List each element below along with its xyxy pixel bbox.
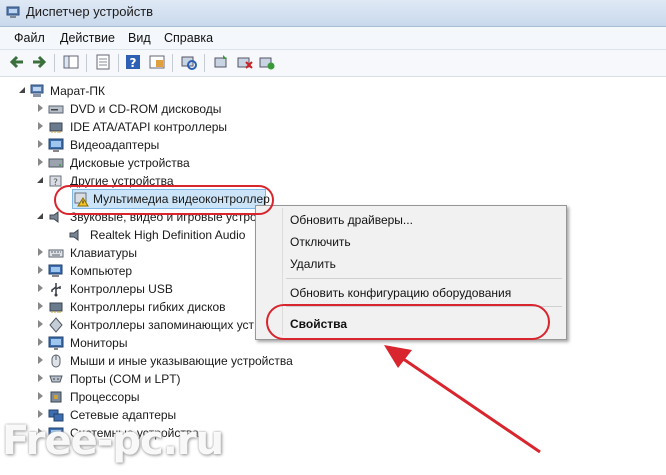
expand-triangle-icon[interactable] (36, 392, 44, 400)
expand-triangle-icon[interactable] (36, 266, 44, 274)
tree-root-label: Марат-ПК (50, 84, 105, 98)
tree-item-disk-drives[interactable]: Дисковые устройства (36, 154, 276, 172)
enable-device-icon[interactable] (258, 53, 276, 71)
usb-icon (51, 283, 61, 297)
tree-item-label: Видеоадаптеры (70, 138, 160, 152)
tree-item-label: Контроллеры USB (70, 282, 173, 296)
tree-item-realtek-audio[interactable]: Realtek High Definition Audio (68, 226, 268, 244)
watermark: Free-pc.ru (2, 418, 224, 464)
video-adapter-icon (48, 138, 64, 152)
expand-triangle-icon[interactable] (36, 356, 44, 364)
svg-text:?: ? (53, 178, 58, 188)
tree-item-label: Компьютер (70, 264, 133, 278)
toolbar-separator (54, 54, 55, 72)
context-scan-hardware[interactable]: Обновить конфигурацию оборудования (290, 286, 511, 300)
window-title: Диспетчер устройств (26, 4, 154, 19)
tree-item-label: IDE ATA/ATAPI контроллеры (70, 120, 228, 134)
tree-item-processors[interactable]: Процессоры (36, 388, 256, 406)
help-icon[interactable]: ? (124, 53, 142, 71)
context-separator (286, 278, 562, 279)
toolbar-separator (86, 54, 87, 72)
expand-triangle-icon[interactable] (36, 374, 44, 382)
computer-icon (30, 84, 44, 97)
context-update-drivers[interactable]: Обновить драйверы... (290, 213, 413, 227)
device-manager-window: Диспетчер устройств Файл Действие Вид Сп… (0, 0, 666, 475)
tree-item-usb-controllers[interactable]: Контроллеры USB (36, 280, 256, 298)
tree-item-label: Мыши и иные указывающие устройства (70, 354, 293, 368)
context-delete[interactable]: Удалить (290, 257, 336, 271)
ide-controller-icon (49, 122, 63, 133)
tree-item-label: Контроллеры запоминающих уст (70, 318, 255, 332)
menu-view[interactable]: Вид (128, 31, 151, 45)
collapse-triangle-icon[interactable] (36, 176, 44, 184)
tree-item-ports[interactable]: Порты (COM и LPT) (36, 370, 256, 388)
highlight-oval-properties (266, 304, 550, 340)
scan-hardware-icon[interactable] (180, 53, 198, 71)
expand-triangle-icon[interactable] (36, 104, 44, 112)
tree-item-ide[interactable]: IDE ATA/ATAPI контроллеры (36, 118, 276, 136)
show-hide-tree-icon[interactable] (62, 53, 80, 71)
expand-triangle-icon[interactable] (36, 410, 44, 418)
expand-triangle-icon[interactable] (36, 122, 44, 130)
disk-drive-icon (48, 158, 64, 168)
tree-item-floppy-controllers[interactable]: Контроллеры гибких дисков (36, 298, 256, 316)
tree-item-dvd[interactable]: DVD и CD-ROM дисководы (36, 100, 276, 118)
toolbar-separator (172, 54, 173, 72)
tree-item-storage-controllers[interactable]: Контроллеры запоминающих уст (36, 316, 256, 334)
expand-triangle-icon[interactable] (36, 284, 44, 292)
collapse-triangle-icon[interactable] (36, 212, 44, 220)
expand-triangle-icon[interactable] (36, 248, 44, 256)
dvd-drive-icon (48, 105, 64, 114)
tree-item-label: Клавиатуры (70, 246, 137, 260)
expand-triangle-icon[interactable] (36, 140, 44, 148)
port-icon (49, 375, 63, 383)
mouse-icon (51, 354, 61, 368)
back-arrow-icon[interactable] (8, 53, 26, 71)
menu-file[interactable]: Файл (14, 31, 45, 45)
toolbar-separator (204, 54, 205, 72)
expand-triangle-icon[interactable] (36, 320, 44, 328)
computer-icon (48, 264, 63, 277)
processor-icon (50, 391, 62, 403)
menu-help[interactable]: Справка (164, 31, 213, 45)
tree-root[interactable]: Марат-ПК (18, 82, 218, 100)
tree-item-computer[interactable]: Компьютер (36, 262, 256, 280)
floppy-controller-icon (49, 302, 63, 313)
collapse-triangle-icon[interactable] (18, 86, 26, 94)
tree-item-keyboards[interactable]: Клавиатуры (36, 244, 256, 262)
svg-text:?: ? (130, 56, 137, 70)
keyboard-icon (48, 249, 64, 258)
tree-item-label: Дисковые устройства (70, 156, 190, 170)
toolbar-separator (118, 54, 119, 72)
storage-controller-icon (49, 317, 63, 333)
tree-item-video-adapters[interactable]: Видеоадаптеры (36, 136, 276, 154)
tree-item-monitors[interactable]: Мониторы (36, 334, 256, 352)
expand-triangle-icon[interactable] (36, 302, 44, 310)
menu-action[interactable]: Действие (60, 31, 115, 45)
expand-triangle-icon[interactable] (36, 158, 44, 166)
tree-item-label: Процессоры (70, 390, 140, 404)
properties-sheet-icon[interactable] (94, 53, 112, 71)
forward-arrow-icon[interactable] (30, 53, 48, 71)
tree-item-label: Порты (COM и LPT) (70, 372, 181, 386)
speaker-icon (69, 229, 79, 241)
tree-item-label: DVD и CD-ROM дисководы (70, 102, 222, 116)
toolbar: ? (0, 50, 666, 77)
tree-item-label: Realtek High Definition Audio (90, 228, 246, 242)
tree-item-mice[interactable]: Мыши и иные указывающие устройства (36, 352, 336, 370)
title-bar: Диспетчер устройств (0, 0, 666, 27)
uninstall-device-icon[interactable] (236, 53, 254, 71)
menu-bar: Файл Действие Вид Справка (0, 27, 666, 50)
tree-item-label: Контроллеры гибких дисков (70, 300, 226, 314)
tree-item-label: Мониторы (70, 336, 128, 350)
device-manager-icon (6, 6, 20, 18)
monitor-icon (48, 336, 64, 350)
update-driver-icon[interactable] (212, 53, 230, 71)
highlight-oval-device (54, 185, 274, 215)
view-panel-icon[interactable] (148, 53, 166, 71)
context-disable[interactable]: Отключить (290, 235, 351, 249)
expand-triangle-icon[interactable] (36, 338, 44, 346)
